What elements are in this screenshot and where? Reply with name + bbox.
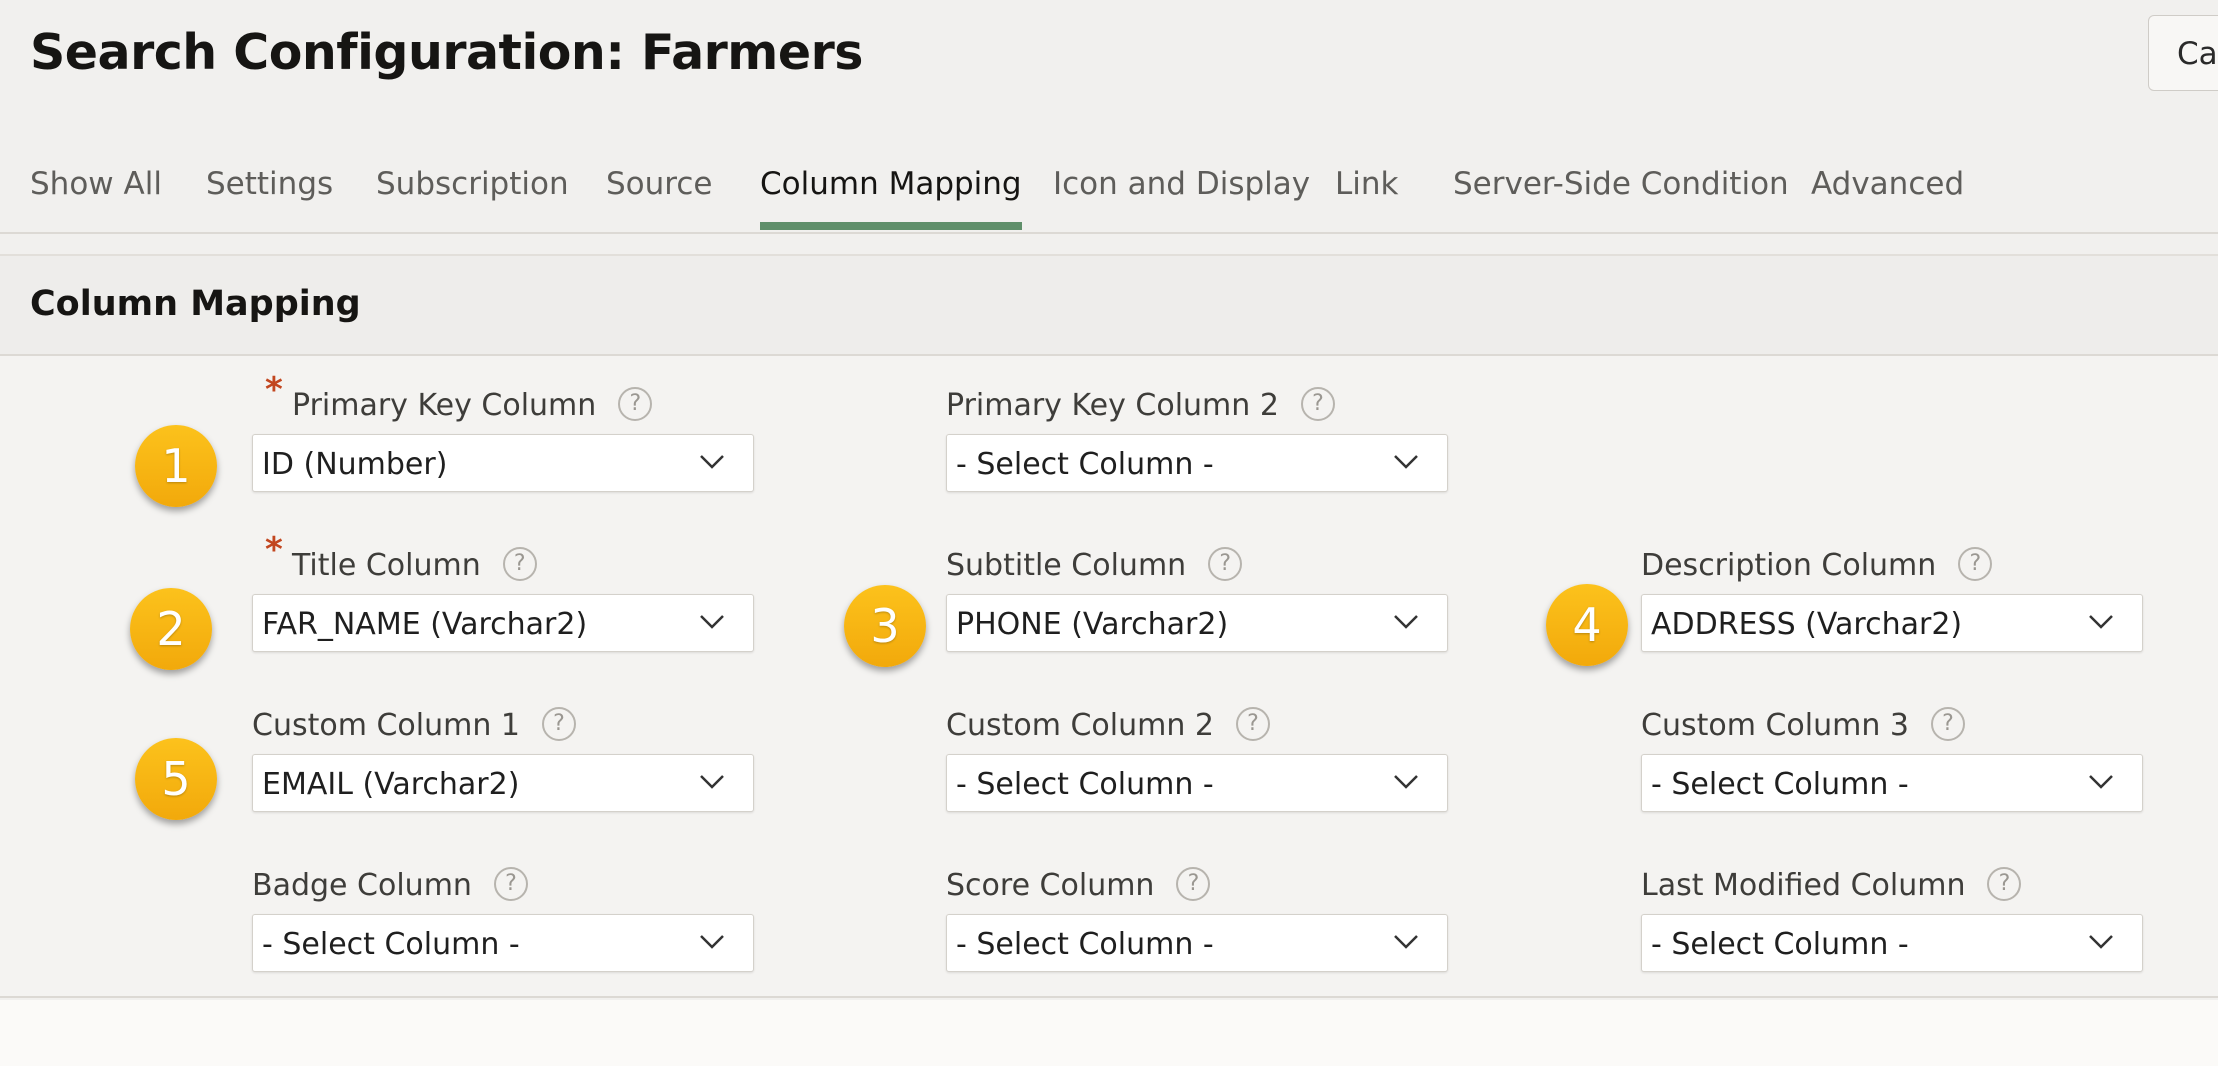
tab-subscription[interactable]: Subscription [376,166,569,230]
select-value: - Select Column - [956,767,1214,802]
help-icon[interactable]: ? [502,546,537,581]
description-column-select[interactable]: ADDRESS (Varchar2) [1641,594,2143,652]
score-column-field: Score Column? - Select Column - [946,858,1448,972]
select-value: - Select Column - [1651,927,1909,962]
select-value: ADDRESS (Varchar2) [1651,607,1963,642]
chevron-down-icon [2089,775,2113,789]
primary-key-column-2-field: Primary Key Column 2? - Select Column - [946,378,1448,492]
help-icon[interactable]: ? [541,706,576,741]
tab-link[interactable]: Link [1335,166,1398,230]
field-label: Description Column [1641,548,1937,583]
field-label: Primary Key Column [292,388,597,423]
select-value: FAR_NAME (Varchar2) [262,607,588,642]
page-footer [0,1000,2218,1066]
field-label: Subtitle Column [946,548,1187,583]
custom-column-1-field: Custom Column 1? EMAIL (Varchar2) [252,698,754,812]
help-icon[interactable]: ? [1176,866,1211,901]
marker-badge-1: 1 [135,425,217,507]
help-icon[interactable]: ? [1300,386,1335,421]
custom-column-2-select[interactable]: - Select Column - [946,754,1448,812]
select-value: - Select Column - [1651,767,1909,802]
chevron-down-icon [2089,935,2113,949]
chevron-down-icon [700,615,724,629]
select-value: - Select Column - [262,927,520,962]
score-column-select[interactable]: - Select Column - [946,914,1448,972]
select-value: - Select Column - [956,447,1214,482]
marker-badge-2: 2 [130,588,212,670]
custom-column-2-field: Custom Column 2? - Select Column - [946,698,1448,812]
field-label: Custom Column 1 [252,708,520,743]
tab-source[interactable]: Source [606,166,712,230]
chevron-down-icon [1394,775,1418,789]
field-label: Title Column [292,548,481,583]
cancel-button[interactable]: Can [2148,15,2218,91]
region-title: Column Mapping [30,284,361,324]
last-modified-column-field: Last Modified Column? - Select Column - [1641,858,2143,972]
tab-settings[interactable]: Settings [206,166,333,230]
help-icon[interactable]: ? [1987,866,2022,901]
page-title: Search Configuration: Farmers [30,24,863,81]
custom-column-3-select[interactable]: - Select Column - [1641,754,2143,812]
column-mapping-form: * Primary Key Column? ID (Number) Primar… [0,356,2218,998]
subtitle-column-field: Subtitle Column? PHONE (Varchar2) [946,538,1448,652]
select-value: - Select Column - [956,927,1214,962]
primary-key-column-field: * Primary Key Column? ID (Number) [252,370,754,492]
field-label: Last Modified Column [1641,868,1966,903]
help-icon[interactable]: ? [1235,706,1270,741]
custom-column-1-select[interactable]: EMAIL (Varchar2) [252,754,754,812]
tab-column-mapping[interactable]: Column Mapping [760,166,1022,230]
field-label: Custom Column 2 [946,708,1214,743]
primary-key-column-select[interactable]: ID (Number) [252,434,754,492]
help-icon[interactable]: ? [1930,706,1965,741]
help-icon[interactable]: ? [618,386,653,421]
title-column-field: * Title Column? FAR_NAME (Varchar2) [252,530,754,652]
tab-icon-and-display[interactable]: Icon and Display [1053,166,1310,230]
subtitle-column-select[interactable]: PHONE (Varchar2) [946,594,1448,652]
chevron-down-icon [700,775,724,789]
region-header: Column Mapping [0,256,2218,356]
primary-key-column-2-select[interactable]: - Select Column - [946,434,1448,492]
field-label: Primary Key Column 2 [946,388,1279,423]
marker-badge-4: 4 [1546,584,1628,666]
chevron-down-icon [2089,615,2113,629]
tab-bar: Show All Settings Subscription Source Co… [0,150,2218,234]
marker-badge-3: 3 [844,585,926,667]
chevron-down-icon [1394,935,1418,949]
chevron-down-icon [700,455,724,469]
help-icon[interactable]: ? [493,866,528,901]
select-value: EMAIL (Varchar2) [262,767,520,802]
select-value: PHONE (Varchar2) [956,607,1229,642]
description-column-field: Description Column? ADDRESS (Varchar2) [1641,538,2143,652]
field-label: Score Column [946,868,1155,903]
chevron-down-icon [1394,615,1418,629]
badge-column-field: Badge Column? - Select Column - [252,858,754,972]
required-asterisk: * [265,370,283,410]
chevron-down-icon [700,935,724,949]
field-label: Custom Column 3 [1641,708,1909,743]
marker-badge-5: 5 [135,738,217,820]
chevron-down-icon [1394,455,1418,469]
required-asterisk: * [265,530,283,570]
help-icon[interactable]: ? [1958,546,1993,581]
help-icon[interactable]: ? [1208,546,1243,581]
tab-show-all[interactable]: Show All [30,166,162,230]
last-modified-column-select[interactable]: - Select Column - [1641,914,2143,972]
tab-advanced[interactable]: Advanced [1811,166,1964,230]
title-column-select[interactable]: FAR_NAME (Varchar2) [252,594,754,652]
field-label: Badge Column [252,868,472,903]
tab-server-side-condition[interactable]: Server-Side Condition [1453,166,1789,230]
custom-column-3-field: Custom Column 3? - Select Column - [1641,698,2143,812]
select-value: ID (Number) [262,447,448,482]
badge-column-select[interactable]: - Select Column - [252,914,754,972]
